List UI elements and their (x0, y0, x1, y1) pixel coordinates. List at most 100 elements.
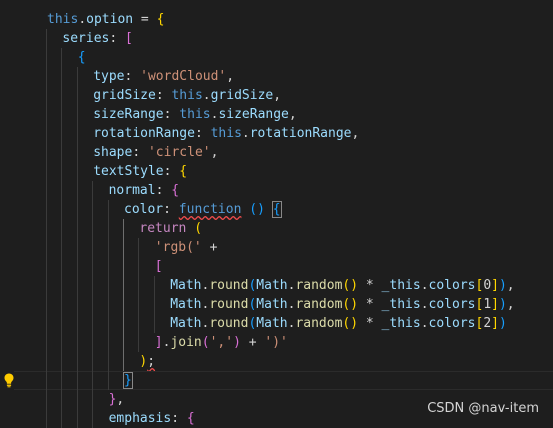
indent-guide (76, 257, 78, 276)
code-line[interactable]: color: function () { (0, 200, 553, 219)
code-token: round (209, 297, 249, 312)
code-token: : (163, 164, 180, 179)
code-token: _this (381, 278, 421, 293)
code-line[interactable]: } (0, 371, 553, 390)
code-token: sizeRange (93, 107, 164, 122)
code-token: ) (498, 316, 507, 331)
code-token: colors (428, 278, 476, 293)
watermark: CSDN @nav-item (427, 401, 539, 416)
code-text: 'rgb(' + (155, 238, 218, 257)
indent-guide (61, 67, 63, 86)
indent-guide (107, 314, 109, 333)
code-token: _this (381, 297, 421, 312)
code-line[interactable]: shape: 'circle', (0, 143, 553, 162)
code-token: . (420, 278, 429, 293)
code-line[interactable]: Math.round(Math.random() * _this.colors[… (0, 276, 553, 295)
indent-guide (76, 219, 78, 238)
indent-guide (76, 371, 78, 390)
code-token: ( (194, 221, 203, 236)
indent-guide (92, 238, 94, 257)
indent-guide (107, 257, 109, 276)
indent-guide (92, 219, 94, 238)
code-token: Math (256, 278, 288, 293)
code-token: ; (147, 354, 156, 369)
code-token: emphasis (108, 411, 172, 426)
current-line-highlight (14, 371, 553, 390)
code-token: 1 (483, 297, 492, 312)
code-token: 'rgb(' (154, 240, 202, 255)
code-text: shape: 'circle', (93, 143, 218, 162)
code-token: { (156, 12, 165, 27)
code-line[interactable]: gridSize: this.gridSize, (0, 86, 553, 105)
code-token: ] (154, 335, 163, 350)
code-token: { (171, 183, 180, 198)
code-token: Math (170, 316, 202, 331)
indent-guide (76, 390, 78, 409)
indent-guide (92, 276, 94, 295)
code-token: : (132, 145, 148, 160)
indent-guide (76, 409, 78, 428)
indent-guide (76, 200, 78, 219)
code-token: round (209, 316, 249, 331)
indent-guide (46, 257, 47, 276)
code-token: 2 (483, 316, 492, 331)
code-token: option (86, 12, 134, 27)
indent-guide (61, 48, 63, 67)
code-text: color: function () { (124, 200, 282, 219)
indent-guide (61, 219, 63, 238)
code-editor[interactable]: this.option = {series: [{type: 'wordClou… (0, 0, 553, 428)
code-line[interactable]: [ (0, 257, 553, 276)
code-token: this (210, 126, 242, 141)
indent-guide (46, 124, 47, 143)
indent-guide (46, 409, 47, 428)
code-token: series (62, 31, 110, 46)
code-text: this.option = { (47, 10, 164, 29)
code-line[interactable]: { (0, 48, 553, 67)
indent-guide (92, 352, 94, 371)
code-token: shape (93, 145, 133, 160)
code-line[interactable]: return ( (0, 219, 553, 238)
indent-guide (61, 409, 63, 428)
code-token: } (123, 372, 133, 389)
indent-guide (61, 276, 63, 295)
code-token: , (506, 297, 515, 312)
indent-guide (76, 105, 78, 124)
code-line[interactable]: rotationRange: this.rotationRange, (0, 124, 553, 143)
code-line[interactable]: normal: { (0, 181, 553, 200)
code-token: colors (428, 297, 476, 312)
code-token: * (358, 297, 382, 312)
indent-guide (107, 200, 109, 219)
code-token: () (342, 297, 359, 312)
code-line[interactable]: type: 'wordCloud', (0, 67, 553, 86)
code-line[interactable]: ); (0, 352, 553, 371)
indent-guide (76, 276, 78, 295)
code-line[interactable]: ].join(',') + ')' (0, 333, 553, 352)
code-token: return (139, 221, 187, 236)
code-line[interactable]: textStyle: { (0, 162, 553, 181)
indent-guide (76, 333, 78, 352)
indent-guide (76, 314, 78, 333)
indent-guide (61, 143, 63, 162)
code-line[interactable]: this.option = { (0, 10, 553, 29)
code-line[interactable]: 'rgb(' + (0, 238, 553, 257)
indent-guide (61, 352, 63, 371)
code-line[interactable]: sizeRange: this.sizeRange, (0, 105, 553, 124)
indent-guide (123, 276, 124, 295)
code-token: type (93, 69, 125, 84)
indent-guide (153, 276, 155, 295)
indent-guide (123, 314, 124, 333)
code-token: ] (491, 297, 499, 312)
code-line[interactable]: Math.round(Math.random() * _this.colors[… (0, 295, 553, 314)
indent-guide (46, 276, 47, 295)
lightbulb-icon[interactable] (2, 372, 16, 388)
indent-guide (138, 276, 140, 295)
indent-guide (46, 238, 47, 257)
code-token: sizeRange (218, 107, 289, 122)
code-token: , (116, 392, 125, 407)
code-line[interactable]: series: [ (0, 29, 553, 48)
indent-guide (123, 257, 124, 276)
code-line[interactable]: Math.round(Math.random() * _this.colors[… (0, 314, 553, 333)
code-token: , (506, 278, 515, 293)
code-token: Math (256, 297, 288, 312)
indent-guide (153, 295, 155, 314)
